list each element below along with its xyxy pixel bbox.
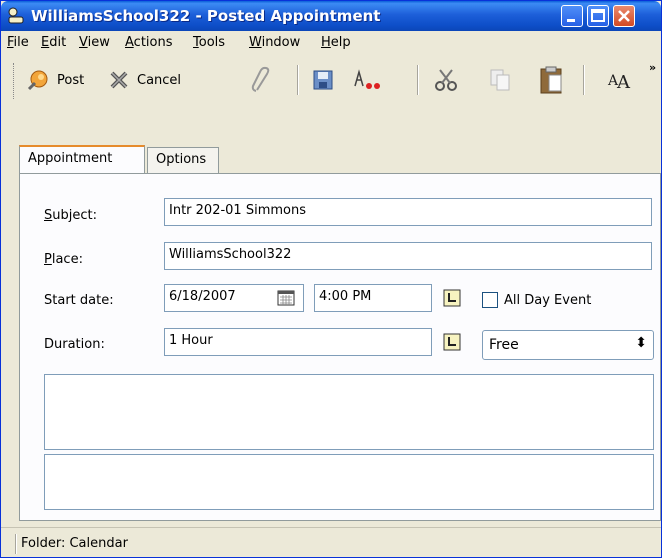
clock-icon (443, 289, 461, 307)
cut-button[interactable] (433, 63, 459, 97)
close-button[interactable] (613, 5, 635, 27)
spell-check-icon (354, 69, 380, 89)
date-picker-button[interactable] (274, 286, 298, 310)
clock-icon (443, 333, 461, 351)
all-day-label: All Day Event (504, 293, 592, 308)
tab-options[interactable]: Options (147, 147, 219, 173)
post-label: Post (57, 72, 85, 88)
font-icon: A A (607, 72, 631, 92)
place-label: Place: (44, 252, 83, 267)
paste-button[interactable] (537, 63, 565, 97)
close-icon (618, 10, 630, 22)
all-day-checkbox[interactable] (482, 292, 498, 308)
maximize-button[interactable] (587, 5, 609, 27)
tab-appointment[interactable]: Appointment (19, 145, 145, 173)
cancel-label: Cancel (137, 72, 182, 88)
title-bar[interactable]: WilliamsSchool322 - Posted Appointment (1, 1, 661, 31)
maximize-icon (591, 9, 605, 22)
appointment-icon (8, 7, 24, 24)
menu-file[interactable]: File (7, 35, 29, 50)
menu-help[interactable]: Help (321, 35, 351, 50)
toolbar-separator (583, 65, 585, 95)
cancel-icon (110, 71, 128, 89)
menu-window[interactable]: Window (249, 35, 300, 50)
status-bar: Folder: Calendar (1, 527, 661, 557)
post-icon (27, 70, 48, 91)
message-body[interactable] (44, 374, 654, 450)
copy-icon (490, 69, 510, 91)
subject-input[interactable]: Intr 202-01 Simmons (164, 198, 652, 226)
window-title: WilliamsSchool322 - Posted Appointment (31, 7, 381, 25)
font-button[interactable]: A A (607, 63, 633, 97)
start-date-label: Start date: (44, 293, 114, 308)
minimize-icon (567, 19, 575, 22)
paperclip-icon (251, 66, 270, 92)
spell-check-button[interactable] (351, 63, 383, 97)
start-time-input[interactable]: 4:00 PM (314, 284, 432, 312)
duration-label: Duration: (44, 337, 105, 352)
status-folder: Folder: Calendar (21, 536, 128, 551)
toolbar-separator (417, 65, 419, 95)
menu-tools[interactable]: Tools (193, 35, 225, 50)
subject-label: Subject: (44, 208, 97, 223)
menu-view[interactable]: View (79, 35, 110, 50)
appointment-panel: Subject: Intr 202-01 Simmons Place: Will… (19, 173, 661, 521)
toolbar-overflow-chevron[interactable]: » (649, 61, 656, 74)
attach-button[interactable] (249, 63, 273, 97)
time-picker-button[interactable] (440, 286, 464, 310)
post-button[interactable]: Post (25, 63, 84, 97)
place-input[interactable]: WilliamsSchool322 (164, 242, 652, 270)
duration-input[interactable]: 1 Hour (164, 328, 432, 356)
copy-button[interactable] (487, 63, 513, 97)
floppy-icon (313, 70, 333, 90)
save-button[interactable] (311, 63, 335, 97)
attachments-area[interactable] (44, 454, 654, 510)
status-grip (15, 534, 17, 554)
calendar-icon (277, 290, 295, 306)
menu-bar: File Edit View Actions Tools Window Help (1, 31, 661, 55)
toolbar: Post Cancel A A » (1, 57, 661, 139)
show-as-select[interactable]: Free ⬍ (482, 330, 654, 360)
svg-text:A: A (616, 72, 631, 92)
show-as-value: Free (489, 337, 519, 353)
menu-edit[interactable]: Edit (41, 35, 66, 50)
toolbar-separator (297, 65, 299, 95)
toolbar-grip[interactable] (13, 63, 17, 99)
duration-picker-button[interactable] (440, 330, 464, 354)
menu-actions[interactable]: Actions (125, 35, 173, 50)
scissors-icon (435, 69, 457, 91)
cancel-button[interactable]: Cancel (107, 63, 181, 97)
select-arrows-icon: ⬍ (635, 335, 647, 351)
minimize-button[interactable] (561, 5, 583, 27)
appointment-window: WilliamsSchool322 - Posted Appointment F… (0, 0, 662, 558)
clipboard-icon (540, 66, 562, 94)
